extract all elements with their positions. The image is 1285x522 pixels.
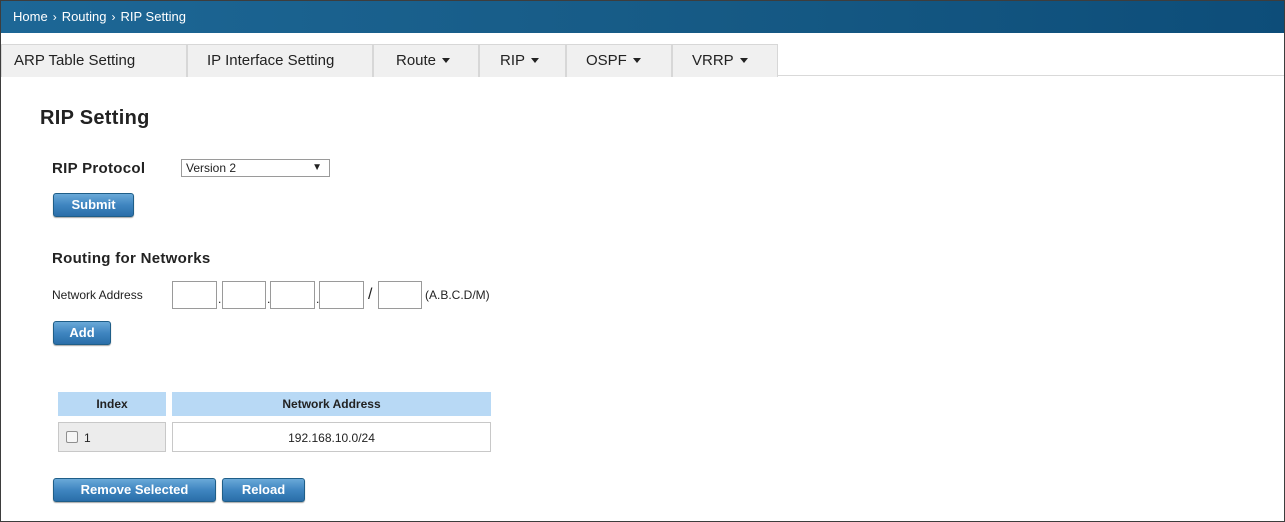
slash-separator: / xyxy=(368,286,373,303)
dropdown-arrow-icon: ▼ xyxy=(312,162,322,173)
caret-down-icon xyxy=(531,58,540,63)
table-header-network-address: Network Address xyxy=(172,392,491,416)
tab-ip-interface-setting[interactable]: IP Interface Setting xyxy=(187,44,373,77)
row-select-checkbox[interactable] xyxy=(66,431,78,443)
caret-down-icon xyxy=(442,58,451,63)
submit-button[interactable]: Submit xyxy=(53,193,134,217)
row-index: 1 xyxy=(84,431,91,445)
breadcrumb-routing[interactable]: Routing xyxy=(62,9,107,24)
table-row-index-cell: 1 xyxy=(58,422,166,452)
add-button[interactable]: Add xyxy=(53,321,111,345)
octet-d-input[interactable] xyxy=(319,281,364,309)
rip-protocol-label: RIP Protocol xyxy=(52,160,146,177)
octet-c-input[interactable] xyxy=(270,281,315,309)
tab-route[interactable]: Route xyxy=(373,44,479,77)
tab-arp-table-setting[interactable]: ARP Table Setting xyxy=(1,44,187,77)
page-title: RIP Setting xyxy=(40,107,150,129)
tab-label: ARP Table Setting xyxy=(14,52,136,69)
tab-label: OSPF xyxy=(586,52,627,69)
routing-networks-title: Routing for Networks xyxy=(52,250,211,267)
breadcrumb-current: RIP Setting xyxy=(120,9,187,24)
tab-bar: ARP Table Setting IP Interface Setting R… xyxy=(1,44,1284,77)
tab-label: IP Interface Setting xyxy=(207,52,335,69)
caret-down-icon xyxy=(739,58,748,63)
breadcrumb-separator: › xyxy=(52,10,57,24)
dot-separator: . xyxy=(218,292,222,306)
table-header-index: Index xyxy=(58,392,166,416)
octet-a-input[interactable] xyxy=(172,281,217,309)
reload-button[interactable]: Reload xyxy=(222,478,305,502)
tab-rip[interactable]: RIP xyxy=(479,44,566,77)
select-value: Version 2 xyxy=(186,161,237,175)
breadcrumb-home[interactable]: Home xyxy=(13,9,48,24)
tab-label: Route xyxy=(396,52,437,69)
tab-label: VRRP xyxy=(692,52,734,69)
caret-down-icon xyxy=(632,58,641,63)
tab-label: RIP xyxy=(500,52,526,69)
remove-selected-button[interactable]: Remove Selected xyxy=(53,478,216,502)
mask-input[interactable] xyxy=(378,281,422,309)
breadcrumb-separator: › xyxy=(111,10,116,24)
network-address-label: Network Address xyxy=(52,288,143,302)
tab-vrrp[interactable]: VRRP xyxy=(672,44,778,77)
breadcrumb: Home › Routing › RIP Setting xyxy=(1,1,1284,33)
octet-b-input[interactable] xyxy=(222,281,266,309)
tab-ospf[interactable]: OSPF xyxy=(566,44,672,77)
table-row-address-cell: 192.168.10.0/24 xyxy=(172,422,491,452)
format-hint: (A.B.C.D/M) xyxy=(425,288,490,302)
rip-protocol-select[interactable]: Version 2 ▼ xyxy=(181,159,330,177)
